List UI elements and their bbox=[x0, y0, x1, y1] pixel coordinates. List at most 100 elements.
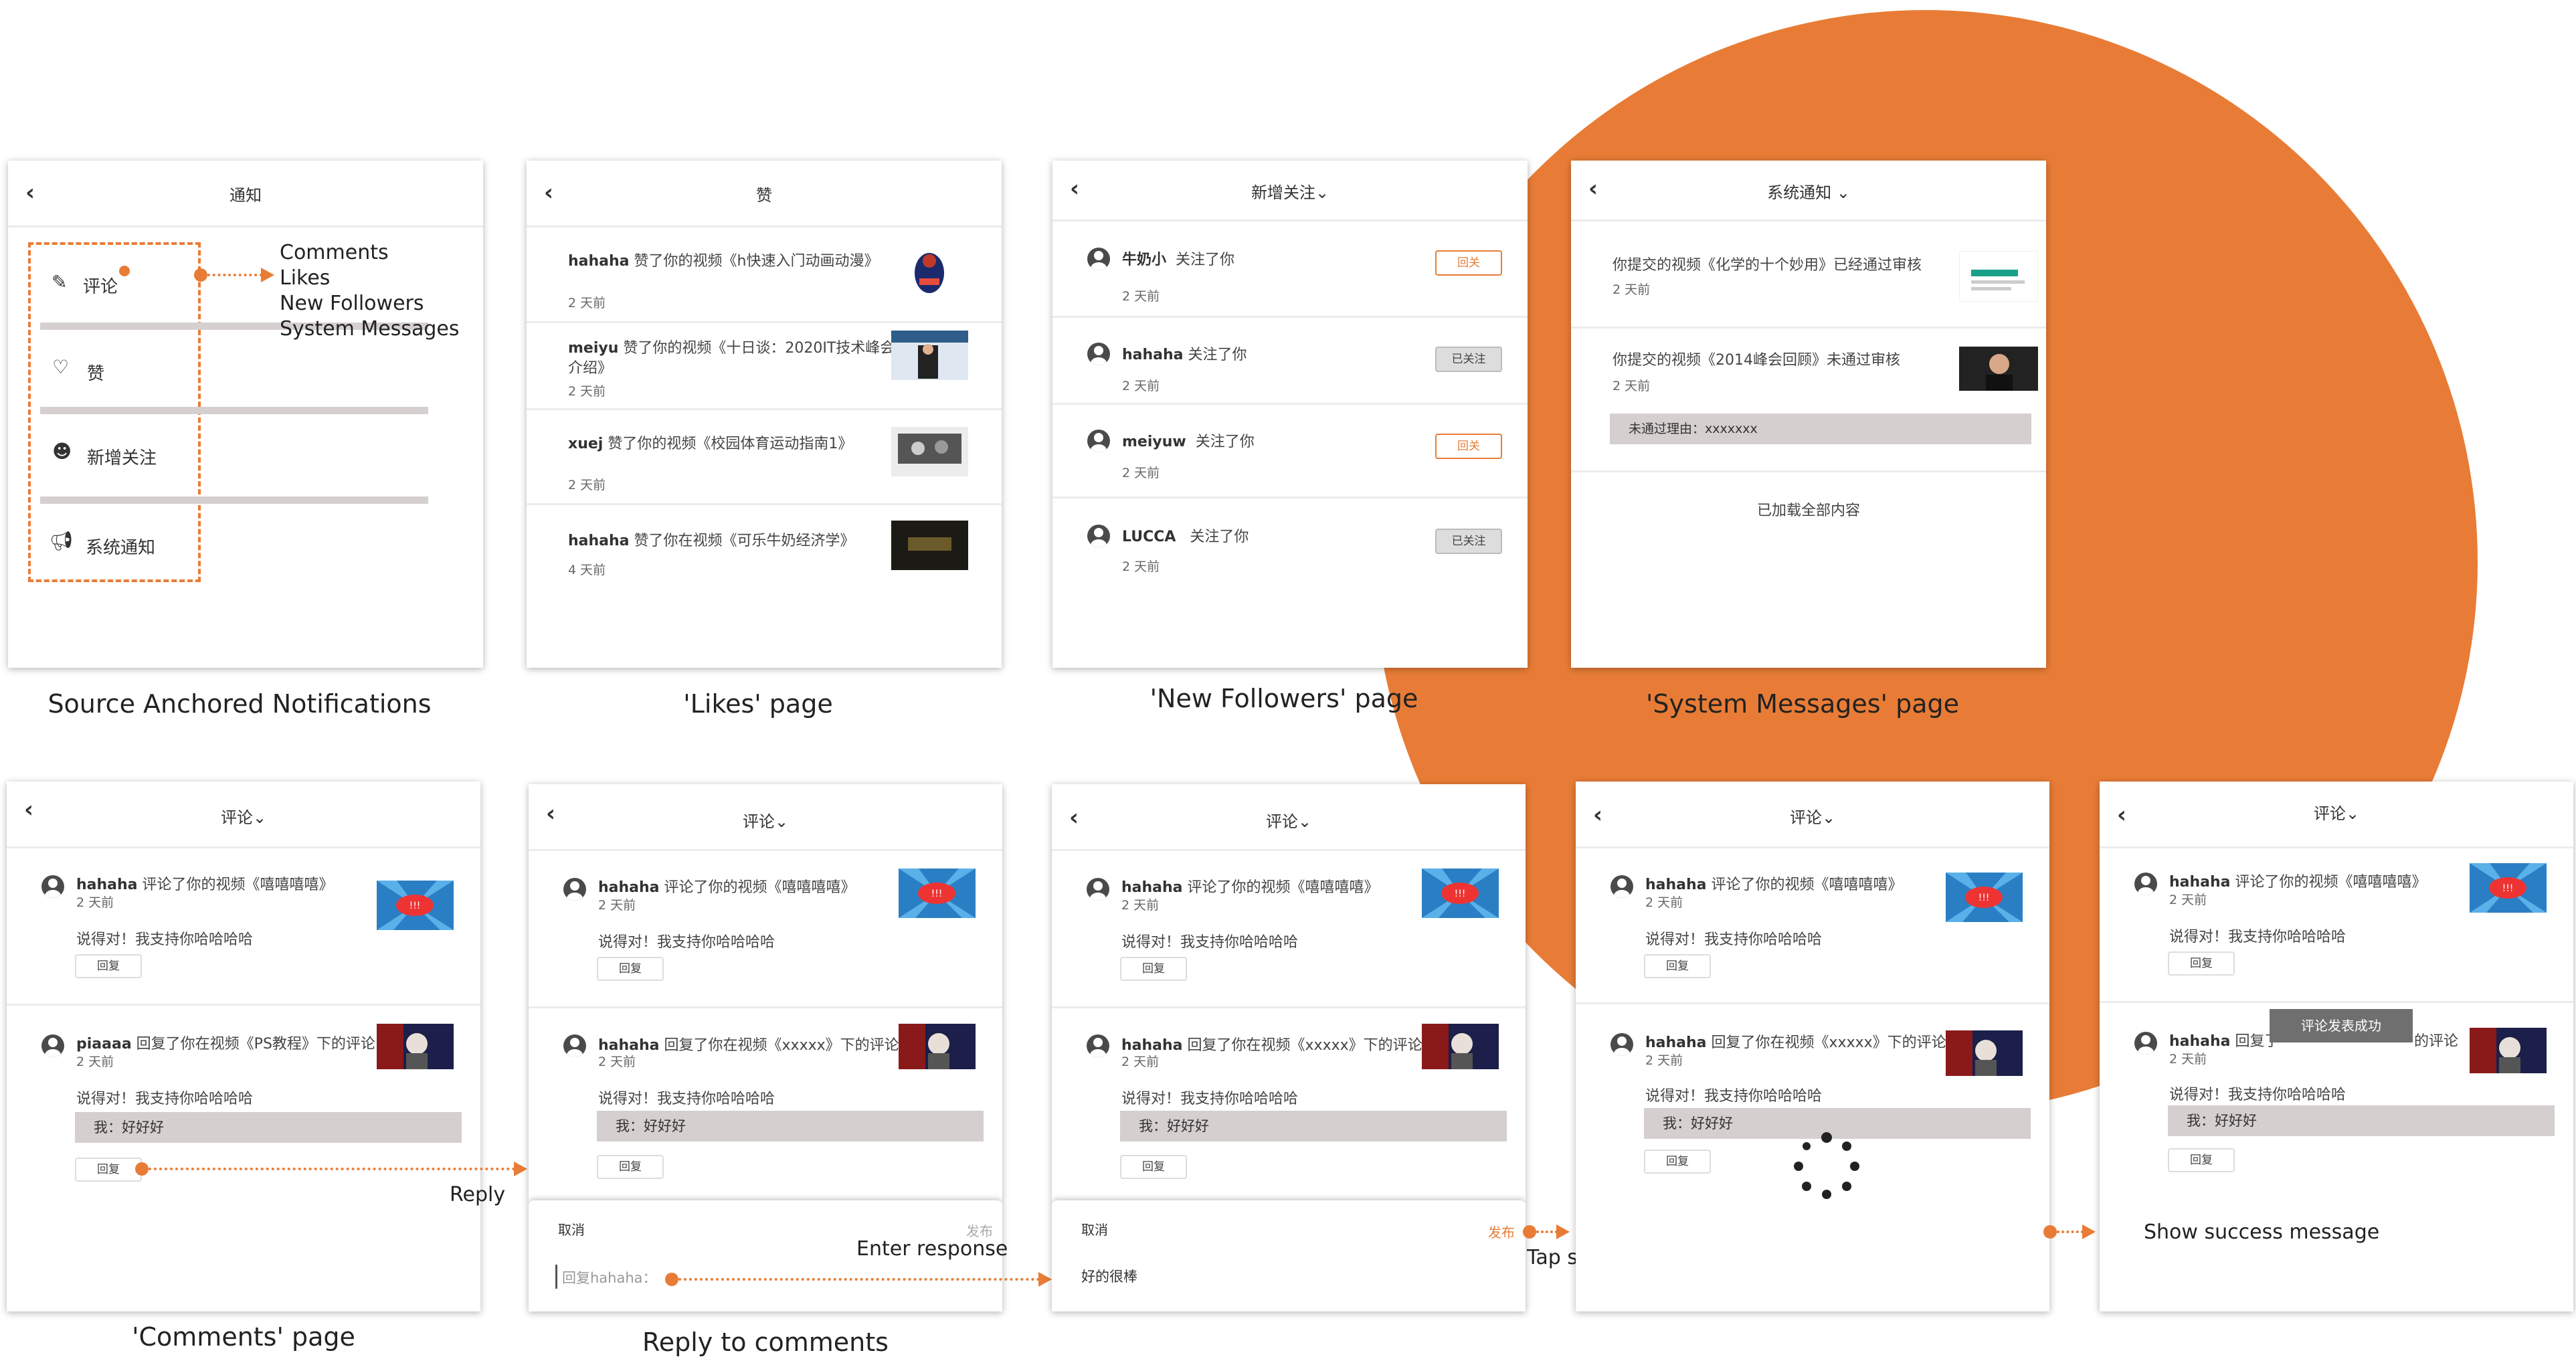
comment-header: hahaha 评论了你的视频《嘻嘻嘻嘻》 bbox=[1645, 877, 1903, 893]
rejection-reason: 未通过理由：xxxxxxx bbox=[1610, 414, 2031, 444]
avatar bbox=[1087, 343, 1110, 365]
like-item-text: xuej 赞了你的视频《校园体育运动指南1》 bbox=[568, 436, 853, 452]
avatar bbox=[1087, 1034, 1109, 1057]
comment-header-right: 的评论 bbox=[2414, 1033, 2459, 1050]
system-message-text: 你提交的视频《化学的十个妙用》已经通过审核 bbox=[1613, 257, 1922, 274]
video-thumbnail bbox=[2470, 1028, 2547, 1073]
comment-text: 说得对！我支持你哈哈哈哈 bbox=[76, 1091, 254, 1107]
system-message-time: 2 天前 bbox=[1613, 282, 1651, 297]
page-title: 评论⌄ bbox=[2313, 804, 2360, 823]
reply-button[interactable]: 回复 bbox=[2168, 1148, 2235, 1172]
success-screen: ‹ 评论⌄ hahaha 评论了你的视频《嘻嘻嘻嘻》 2 天前 !!! 说得对！… bbox=[2100, 782, 2573, 1311]
like-item-time: 2 天前 bbox=[568, 478, 606, 492]
legend-comments: Comments bbox=[280, 241, 389, 264]
chevron-down-icon[interactable]: ⌄ bbox=[1298, 812, 1311, 831]
like-item-text: hahaha 赞了你在视频《可乐牛奶经济学》 bbox=[568, 533, 855, 549]
comment-text: 说得对！我支持你哈哈哈哈 bbox=[598, 934, 775, 951]
header: ‹ 评论⌄ bbox=[529, 784, 1002, 851]
reply-button[interactable]: 回复 bbox=[75, 1158, 142, 1182]
chevron-down-icon[interactable]: ⌄ bbox=[775, 812, 788, 831]
video-thumbnail bbox=[891, 331, 968, 380]
reply-input-placeholder[interactable]: 回复hahaha： bbox=[562, 1267, 657, 1287]
like-item-text: meiyu 赞了你的视频《十日谈：2020IT技术峰会 bbox=[568, 340, 895, 357]
reply-button[interactable]: 回复 bbox=[597, 957, 664, 981]
reply-button[interactable]: 回复 bbox=[1644, 1150, 1711, 1174]
chevron-down-icon[interactable]: ⌄ bbox=[1315, 183, 1329, 202]
reply-button[interactable]: 回复 bbox=[2168, 951, 2235, 976]
comment-time: 2 天前 bbox=[598, 1055, 636, 1069]
page-title: 评论⌄ bbox=[1265, 812, 1312, 831]
chevron-down-icon[interactable]: ⌄ bbox=[1822, 808, 1835, 827]
video-thumbnail: !!! bbox=[1422, 869, 1499, 918]
publish-button[interactable]: 发布 bbox=[1488, 1222, 1515, 1241]
chevron-down-icon[interactable]: ⌄ bbox=[1837, 183, 1850, 202]
svg-text:!!!: !!! bbox=[931, 889, 943, 899]
smiley-icon: ☻ bbox=[52, 440, 72, 462]
reply-button[interactable]: 回复 bbox=[597, 1155, 664, 1179]
page-title: 系统通知 ⌄ bbox=[1767, 183, 1850, 202]
follower-text: LUCCA 关注了你 bbox=[1122, 529, 1249, 545]
cancel-button[interactable]: 取消 bbox=[558, 1219, 585, 1239]
page-title: 评论⌄ bbox=[220, 808, 267, 827]
annotation-show-success: Show success message bbox=[2144, 1220, 2380, 1244]
avatar bbox=[1087, 525, 1110, 547]
follow-back-button[interactable]: 回关 bbox=[1435, 434, 1502, 459]
caption-reply: Reply to comments bbox=[642, 1328, 889, 1357]
caption-comments: 'Comments' page bbox=[132, 1322, 355, 1352]
reply-button[interactable]: 回复 bbox=[1644, 954, 1711, 978]
annotation-dot bbox=[135, 1162, 149, 1176]
annotation-arrow-line bbox=[678, 1278, 1040, 1281]
legend-system-messages: System Messages bbox=[280, 317, 460, 341]
comment-time: 2 天前 bbox=[1121, 1055, 1160, 1069]
divider bbox=[1052, 496, 1528, 498]
avatar bbox=[2134, 873, 2157, 895]
comment-time: 2 天前 bbox=[2169, 893, 2207, 907]
follower-time: 2 天前 bbox=[1122, 289, 1160, 304]
comment-header-left: hahaha 回复了 bbox=[2169, 1033, 2280, 1050]
menu-item-comments[interactable]: 评论 bbox=[83, 273, 118, 298]
megaphone-icon: 📢︎ bbox=[50, 530, 74, 552]
header: ‹ 评论⌄ bbox=[1576, 782, 2049, 848]
reply-input-text[interactable]: 好的很棒 bbox=[1081, 1266, 1137, 1286]
avatar bbox=[2134, 1032, 2157, 1055]
reply-input-field[interactable] bbox=[555, 1265, 557, 1289]
chevron-down-icon[interactable]: ⌄ bbox=[253, 808, 266, 827]
reply-button[interactable]: 回复 bbox=[1120, 957, 1187, 981]
video-thumbnail bbox=[891, 521, 968, 570]
comment-time: 2 天前 bbox=[1645, 1053, 1683, 1068]
menu-item-system-messages[interactable]: 系统通知 bbox=[86, 534, 155, 559]
comment-time: 2 天前 bbox=[76, 1055, 114, 1069]
video-thumbnail: !!! bbox=[899, 869, 976, 918]
annotation-arrowhead bbox=[261, 268, 274, 282]
cancel-button[interactable]: 取消 bbox=[1081, 1219, 1108, 1239]
heart-icon: ♡ bbox=[52, 356, 70, 378]
caption-system: 'System Messages' page bbox=[1645, 689, 1959, 719]
menu-item-new-followers[interactable]: 新增关注 bbox=[87, 444, 157, 469]
comment-header: hahaha 回复了你在视频《xxxxx》下的评论 bbox=[1645, 1034, 1946, 1051]
video-thumbnail bbox=[899, 1024, 976, 1069]
comment-text: 说得对！我支持你哈哈哈哈 bbox=[1121, 934, 1299, 951]
page-title: 通知 bbox=[229, 186, 262, 205]
unread-dot bbox=[119, 266, 130, 276]
reply-button[interactable]: 回复 bbox=[1120, 1155, 1187, 1179]
follower-text: hahaha 关注了你 bbox=[1122, 347, 1247, 363]
follower-time: 2 天前 bbox=[1122, 379, 1160, 393]
page-title: 赞 bbox=[756, 186, 772, 205]
caption-followers: 'New Followers' page bbox=[1149, 684, 1418, 713]
avatar bbox=[41, 875, 64, 898]
comment-header: hahaha 评论了你的视频《嘻嘻嘻嘻》 bbox=[598, 879, 856, 896]
follow-back-button[interactable]: 回关 bbox=[1435, 250, 1502, 276]
page-title: 评论⌄ bbox=[742, 812, 789, 831]
annotation-reply: Reply bbox=[450, 1183, 506, 1206]
caption-source: Source Anchored Notifications bbox=[48, 689, 432, 719]
video-thumbnail: !!! bbox=[1946, 873, 2023, 922]
avatar bbox=[1611, 875, 1633, 898]
chevron-down-icon[interactable]: ⌄ bbox=[2346, 804, 2359, 823]
followed-button[interactable]: 已关注 bbox=[1435, 347, 1502, 372]
followed-button[interactable]: 已关注 bbox=[1435, 529, 1502, 554]
reply-button[interactable]: 回复 bbox=[75, 954, 142, 978]
legend-new-followers: New Followers bbox=[280, 292, 424, 315]
system-message-time: 2 天前 bbox=[1613, 379, 1651, 393]
video-thumbnail bbox=[891, 427, 968, 476]
menu-item-likes[interactable]: 赞 bbox=[87, 360, 104, 385]
